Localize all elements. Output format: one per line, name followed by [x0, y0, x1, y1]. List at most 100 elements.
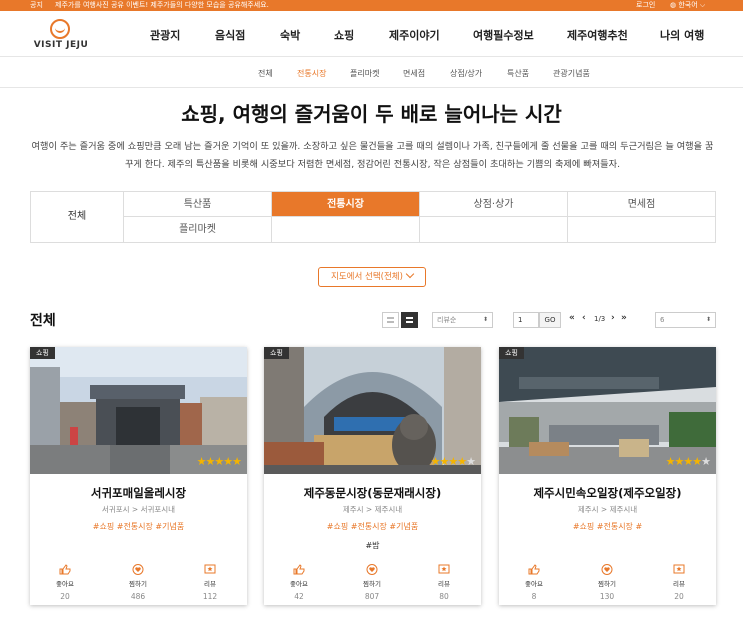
card-region: 제주시 > 제주시내: [342, 505, 403, 514]
thumbs-up-icon: [293, 564, 305, 575]
card-region: 서귀포시 > 서귀포시내: [101, 505, 176, 514]
notice-message[interactable]: 제주가를 여행사진 공유 이벤트! 제주가들의 다양한 모습을 공유해주세요.: [55, 0, 269, 11]
heart-circle-icon: [366, 564, 378, 575]
category-flea-market[interactable]: 플리마켓: [124, 217, 272, 242]
bookmark-stat[interactable]: 찜하기 486: [118, 564, 158, 601]
category-specialty[interactable]: 특산품: [124, 192, 272, 217]
site-header: VISIT JEJU 관광지 음식점 숙박 쇼핑 제주이야기 여행필수정보 제주…: [0, 11, 743, 57]
chevron-down-icon: [405, 269, 415, 279]
subnav-duty-free[interactable]: 면세점: [403, 68, 425, 79]
review-stat[interactable]: 리뷰 80: [424, 564, 464, 601]
prev-page-icon[interactable]: ‹: [582, 313, 586, 323]
first-page-icon[interactable]: «: [569, 313, 575, 323]
star-icon: ★: [665, 455, 676, 468]
review-stat[interactable]: 리뷰 112: [190, 564, 230, 601]
heart-circle-icon: [132, 564, 144, 575]
category-all[interactable]: 전체: [31, 192, 124, 242]
subnav-specialty[interactable]: 특산품: [507, 68, 529, 79]
star-icon: ★: [214, 455, 224, 468]
star-icon: ★: [457, 455, 467, 468]
go-button[interactable]: GO: [539, 312, 561, 328]
sub-navigation: 전체 전통시장 플리마켓 면세점 상점/상가 특산품 관광기념품: [0, 58, 743, 88]
last-page-icon[interactable]: »: [621, 313, 627, 323]
shop-card[interactable]: 쇼핑 ★★★★★ 제주시민속오일장(제주오일장) 제주시 > 제주시내 #쇼핑 …: [499, 347, 716, 605]
star-icon: ★: [692, 455, 702, 468]
gnb-item-jeju-story[interactable]: 제주이야기: [389, 27, 440, 43]
card-tags[interactable]: #쇼핑 #전통시장 #기념품: [30, 521, 247, 532]
subnav-traditional-market[interactable]: 전통시장: [297, 68, 326, 79]
category-badge: 쇼핑: [30, 347, 55, 359]
category-badge: 쇼핑: [264, 347, 289, 359]
list-icon: [406, 317, 413, 323]
category-empty-cell: [568, 217, 715, 242]
select-arrow-icon: ⬍: [482, 316, 488, 323]
shop-card[interactable]: 쇼핑 ★★★★★ 서귀포매일올레시장 서귀포시 > 서귀포시내 #쇼핑 #전통시…: [30, 347, 247, 605]
category-empty-cell: [420, 217, 568, 242]
category-badge: 쇼핑: [499, 347, 524, 359]
subnav-flea-market[interactable]: 플리마켓: [350, 68, 379, 79]
page-title: 쇼핑, 여행의 즐거움이 두 배로 늘어나는 시간: [181, 102, 562, 126]
list-title: 전체: [30, 313, 56, 329]
like-stat[interactable]: 좋아요 42: [279, 564, 319, 601]
per-page-select[interactable]: 6 ⬍: [655, 312, 716, 328]
logo-text: VISIT JEJU: [33, 40, 89, 50]
card-tags[interactable]: #쇼핑 #전통시장 #: [499, 521, 716, 532]
rating-stars: ★★★★★: [430, 455, 476, 468]
category-traditional-market[interactable]: 전통시장: [272, 192, 420, 217]
bookmark-stat[interactable]: 찜하기 130: [587, 564, 627, 601]
map-select-button[interactable]: 지도에서 선택(전체): [318, 267, 426, 287]
gnb-item-lodging[interactable]: 숙박: [280, 27, 300, 43]
grid-view-button[interactable]: [382, 312, 399, 328]
card-tags[interactable]: #쇼핑 #전통시장 #기념품: [264, 521, 481, 532]
gnb-item-recommend[interactable]: 제주여행추천: [567, 27, 628, 43]
rating-stars: ★★★★★: [197, 455, 242, 468]
list-view-button[interactable]: [401, 312, 418, 328]
notice-bar: 공지 제주가를 여행사진 공유 이벤트! 제주가들의 다양한 모습을 공유해주세…: [0, 0, 743, 11]
logo-heart-icon: [50, 19, 70, 39]
category-duty-free[interactable]: 면세점: [568, 192, 715, 217]
review-star-icon: [204, 564, 216, 574]
page-info: 1/3: [594, 315, 606, 323]
star-icon: ★: [683, 455, 693, 468]
card-region: 제주시 > 제주시내: [577, 505, 638, 514]
shop-card[interactable]: 쇼핑 ★★★★★ 제주동문시장(동문재래시장) 제주시 > 제주시내 #쇼핑 #…: [264, 347, 481, 605]
star-icon: ★: [430, 455, 441, 468]
card-title[interactable]: 서귀포매일올레시장: [30, 485, 247, 501]
review-star-icon: [673, 564, 685, 574]
visit-jeju-logo[interactable]: VISIT JEJU: [30, 19, 92, 53]
notice-label: 공지: [30, 1, 43, 9]
star-icon: ★: [448, 455, 458, 468]
bookmark-stat[interactable]: 찜하기 807: [352, 564, 392, 601]
review-stat[interactable]: 리뷰 20: [659, 564, 699, 601]
login-link[interactable]: 로그인: [636, 0, 655, 11]
language-select[interactable]: ◍ 한국어 ⌵: [670, 0, 705, 11]
heart-circle-icon: [601, 564, 613, 575]
select-arrow-icon: ⬍: [705, 316, 711, 323]
review-star-icon: [438, 564, 450, 574]
category-filter: 전체 특산품 전통시장 상점·상가 면세점 플리마켓: [30, 191, 716, 243]
gnb-item-attractions[interactable]: 관광지: [150, 27, 180, 43]
gnb-item-shopping[interactable]: 쇼핑: [334, 27, 354, 43]
category-shops[interactable]: 상점·상가: [420, 192, 568, 217]
chevron-down-icon: ⌵: [699, 1, 706, 9]
star-icon: ★: [466, 455, 476, 468]
like-stat[interactable]: 좋아요 20: [45, 564, 85, 601]
rating-stars: ★★★★★: [665, 455, 711, 468]
globe-icon: ◍: [670, 1, 677, 9]
gnb-item-restaurants[interactable]: 음식점: [215, 27, 245, 43]
gnb-item-travel-info[interactable]: 여행필수정보: [473, 27, 534, 43]
subnav-souvenir[interactable]: 관광기념품: [553, 68, 590, 79]
like-stat[interactable]: 좋아요 8: [514, 564, 554, 601]
subnav-shops[interactable]: 상점/상가: [450, 68, 482, 79]
subnav-all[interactable]: 전체: [258, 68, 273, 79]
star-icon: ★: [232, 455, 242, 468]
page-number-input[interactable]: 1: [513, 312, 539, 328]
grid-icon: [387, 317, 394, 323]
sort-select[interactable]: 리뷰순 ⬍: [432, 312, 493, 328]
card-extra-tag[interactable]: #밤: [264, 540, 481, 551]
next-page-icon[interactable]: ›: [611, 313, 615, 323]
card-title[interactable]: 제주동문시장(동문재래시장): [264, 485, 481, 501]
gnb-item-my-trip[interactable]: 나의 여행: [660, 27, 704, 43]
category-empty-cell: [272, 217, 420, 242]
card-title[interactable]: 제주시민속오일장(제주오일장): [499, 485, 716, 501]
